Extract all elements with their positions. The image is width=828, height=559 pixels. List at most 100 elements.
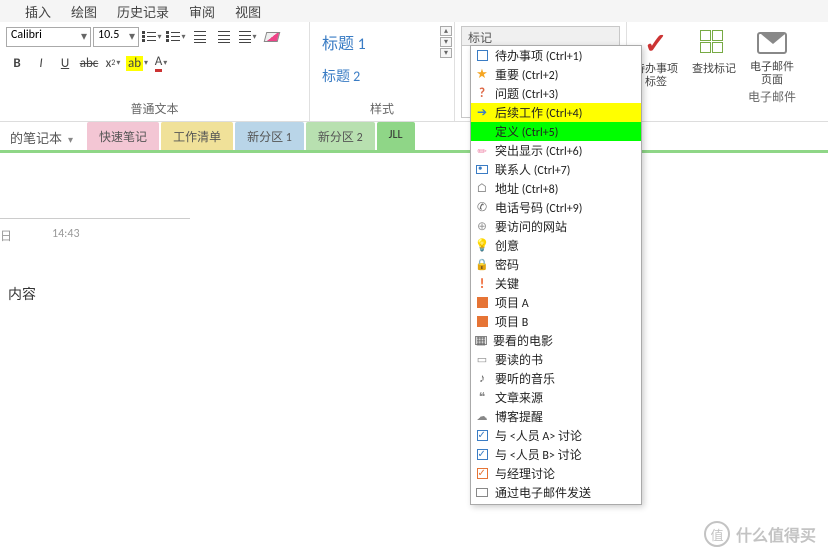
- tag-label: 地址 (Ctrl+8): [495, 180, 558, 197]
- subscript-button[interactable]: x2▾: [102, 52, 124, 74]
- tag-label: 突出显示 (Ctrl+6): [495, 142, 582, 159]
- group-label-basic-text: 普通文本: [6, 98, 303, 121]
- style-heading-1[interactable]: 标题 1: [316, 26, 448, 58]
- tag-item-21[interactable]: 与 <人员 B> 讨论: [471, 445, 641, 464]
- tag-label: 电话号码 (Ctrl+9): [495, 199, 582, 216]
- page-time: 14:43: [52, 227, 80, 244]
- menu-draw[interactable]: 绘图: [71, 2, 97, 21]
- section-tabs-bar: 的笔记本 快速笔记工作清单新分区 1新分区 2JLL: [0, 122, 828, 150]
- tag-item-15[interactable]: ▦要看的电影: [471, 331, 641, 350]
- tag-item-16[interactable]: ▭要读的书: [471, 350, 641, 369]
- font-color-button[interactable]: A▾: [150, 52, 172, 74]
- tag-label: 与 <人员 A> 讨论: [495, 427, 582, 444]
- tag-item-18[interactable]: ❝文章来源: [471, 388, 641, 407]
- styles-scroll[interactable]: ▴▾▾: [440, 26, 452, 58]
- email-page-button[interactable]: 电子邮件页面: [743, 22, 801, 86]
- bold-button[interactable]: B: [6, 52, 28, 74]
- section-tab-0[interactable]: 快速笔记: [87, 122, 159, 150]
- menu-review[interactable]: 审阅: [189, 2, 215, 21]
- tags-gallery-header: 标记: [461, 26, 620, 46]
- checkmark-icon: [640, 28, 672, 60]
- menu-view[interactable]: 视图: [235, 2, 261, 21]
- font-name-select[interactable]: Calibri: [6, 27, 91, 47]
- section-tab-3[interactable]: 新分区 2: [306, 122, 375, 150]
- tag-item-12[interactable]: !关键: [471, 274, 641, 293]
- section-tab-1[interactable]: 工作清单: [161, 122, 233, 150]
- highlight-icon: ab: [126, 56, 143, 71]
- watermark: 值 什么值得买: [704, 521, 816, 547]
- tag-label: 重要 (Ctrl+2): [495, 66, 558, 83]
- watermark-badge: 值: [704, 521, 730, 547]
- indent-icon: [218, 31, 230, 43]
- tag-label: 要看的电影: [493, 332, 553, 349]
- tag-item-9[interactable]: ⊕要访问的网站: [471, 217, 641, 236]
- group-label-email: 电子邮件: [743, 86, 801, 109]
- tag-label: 联系人 (Ctrl+7): [495, 161, 570, 178]
- number-list-icon: [166, 31, 180, 43]
- tag-item-7[interactable]: ⌂地址 (Ctrl+8): [471, 179, 641, 198]
- tag-label: 博客提醒: [495, 408, 543, 425]
- menu-history[interactable]: 历史记录: [117, 2, 169, 21]
- tag-item-8[interactable]: ✆电话号码 (Ctrl+9): [471, 198, 641, 217]
- indent-button[interactable]: [213, 26, 235, 48]
- group-email: 电子邮件页面 电子邮件: [743, 22, 801, 121]
- tag-item-11[interactable]: 🔒密码: [471, 255, 641, 274]
- menu-insert[interactable]: 插入: [25, 2, 51, 21]
- tag-item-1[interactable]: ★重要 (Ctrl+2): [471, 65, 641, 84]
- tag-label: 文章来源: [495, 389, 543, 406]
- section-tab-4[interactable]: JLL: [377, 122, 415, 150]
- tag-item-4[interactable]: 定义 (Ctrl+5): [471, 122, 641, 141]
- strike-button[interactable]: abc: [78, 52, 100, 74]
- italic-button[interactable]: I: [30, 52, 52, 74]
- tag-item-19[interactable]: ☁博客提醒: [471, 407, 641, 426]
- highlight-button[interactable]: ab▾: [126, 52, 148, 74]
- page-title-input[interactable]: [0, 197, 190, 219]
- tag-label: 待办事项 (Ctrl+1): [495, 47, 582, 64]
- tag-item-23[interactable]: 通过电子邮件发送: [471, 483, 641, 502]
- outdent-button[interactable]: [189, 26, 211, 48]
- section-tab-2[interactable]: 新分区 1: [235, 122, 304, 150]
- group-styles: 标题 1 标题 2 ▴▾▾ 样式: [310, 22, 455, 121]
- find-tags-button[interactable]: 查找标记: [685, 22, 743, 121]
- font-color-icon: A: [155, 54, 163, 72]
- tag-label: 定义 (Ctrl+5): [495, 123, 558, 140]
- tag-label: 后续工作 (Ctrl+4): [495, 104, 582, 121]
- tag-item-14[interactable]: 项目 B: [471, 312, 641, 331]
- tag-item-10[interactable]: 💡创意: [471, 236, 641, 255]
- tag-item-6[interactable]: 联系人 (Ctrl+7): [471, 160, 641, 179]
- group-basic-text: Calibri 10.5 ▾ ▾ ▾ B I U abc x2▾ ab▾ A▾ …: [0, 22, 310, 121]
- eraser-icon: [264, 32, 281, 42]
- watermark-text: 什么值得买: [736, 522, 816, 546]
- tag-label: 密码: [495, 256, 519, 273]
- notebook-selector[interactable]: 的笔记本: [0, 122, 87, 150]
- tag-label: 要读的书: [495, 351, 543, 368]
- tag-item-3[interactable]: ➔后续工作 (Ctrl+4): [471, 103, 641, 122]
- tags-dropdown: 待办事项 (Ctrl+1)★重要 (Ctrl+2)?问题 (Ctrl+3)➔后续…: [470, 45, 642, 505]
- tag-label: 问题 (Ctrl+3): [495, 85, 558, 102]
- bullet-list-button[interactable]: ▾: [141, 26, 163, 48]
- tag-item-13[interactable]: 项目 A: [471, 293, 641, 312]
- bullet-list-icon: [142, 31, 156, 43]
- menu-bar: 插入 绘图 历史记录 审阅 视图: [0, 0, 828, 22]
- underline-button[interactable]: U: [54, 52, 76, 74]
- tag-item-5[interactable]: ✎突出显示 (Ctrl+6): [471, 141, 641, 160]
- tag-label: 要听的音乐: [495, 370, 555, 387]
- align-button[interactable]: ▾: [237, 26, 259, 48]
- font-size-select[interactable]: 10.5: [93, 27, 139, 47]
- tag-label: 项目 A: [495, 294, 529, 311]
- page-body-text[interactable]: 内容: [0, 284, 828, 304]
- page-canvas[interactable]: 日 14:43 内容: [0, 153, 828, 304]
- style-heading-2[interactable]: 标题 2: [316, 62, 448, 90]
- tag-item-22[interactable]: 与经理讨论: [471, 464, 641, 483]
- search-tag-icon: [698, 28, 730, 60]
- align-icon: [239, 31, 251, 43]
- tag-item-17[interactable]: ♪要听的音乐: [471, 369, 641, 388]
- tag-label: 通过电子邮件发送: [495, 484, 591, 501]
- number-list-button[interactable]: ▾: [165, 26, 187, 48]
- clear-format-button[interactable]: [261, 26, 283, 48]
- tag-item-2[interactable]: ?问题 (Ctrl+3): [471, 84, 641, 103]
- group-label-styles: 样式: [316, 98, 448, 121]
- tag-item-20[interactable]: 与 <人员 A> 讨论: [471, 426, 641, 445]
- tag-item-0[interactable]: 待办事项 (Ctrl+1): [471, 46, 641, 65]
- outdent-icon: [194, 31, 206, 43]
